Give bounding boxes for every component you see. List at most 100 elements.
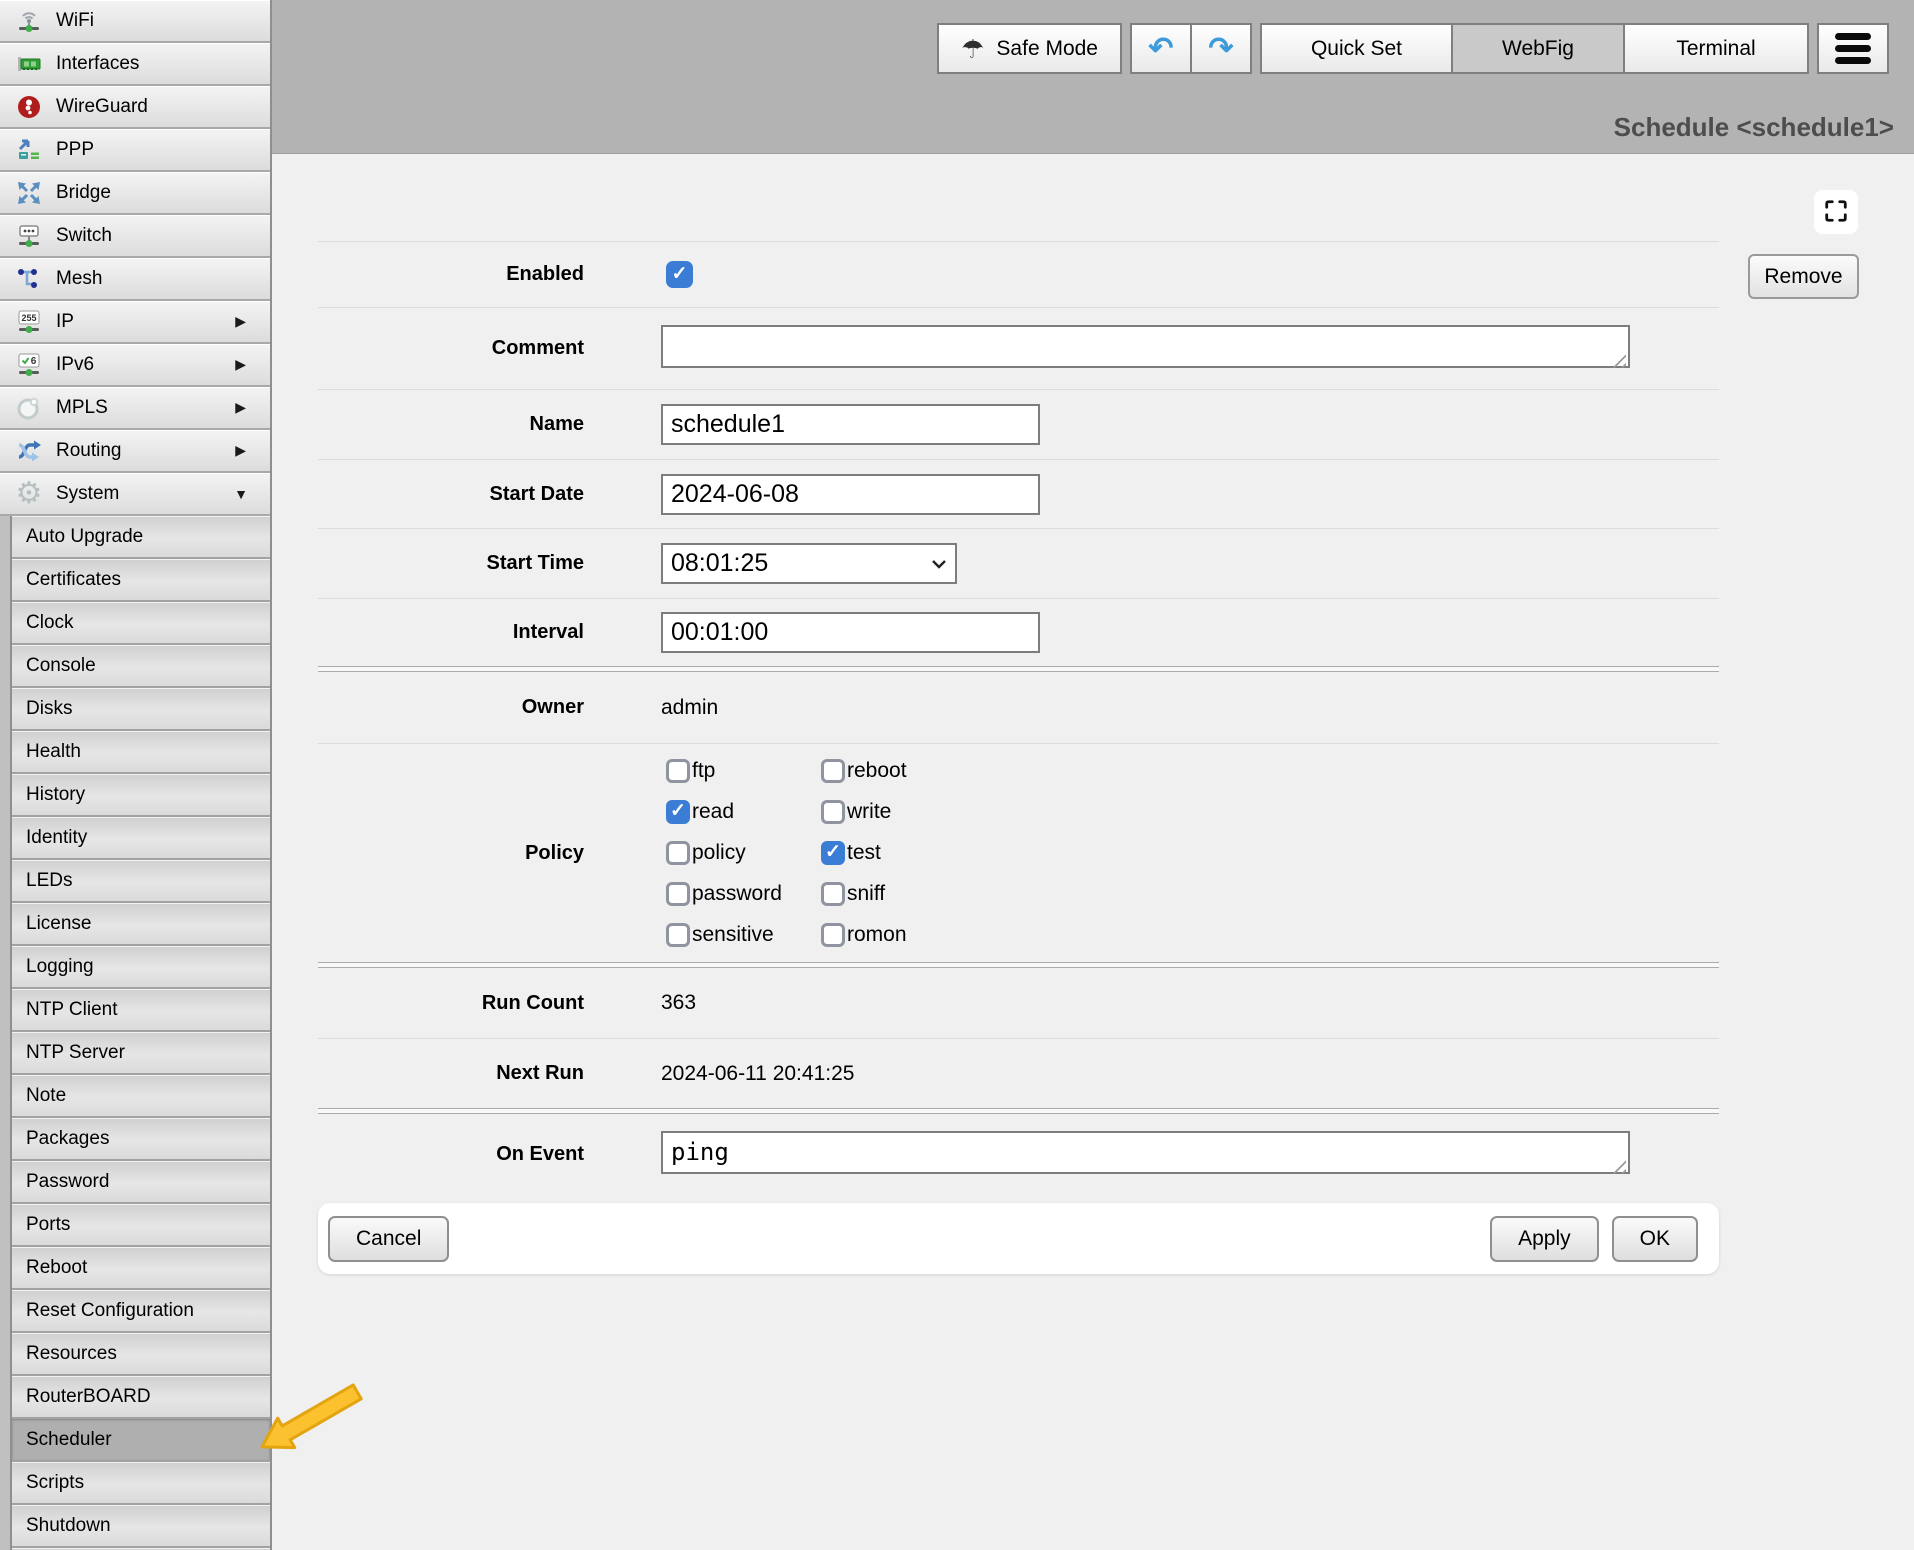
view-switch-group: Quick Set WebFig Terminal [1260,23,1809,74]
system-submenu: Auto Upgrade Certificates Clock Console … [10,516,270,1550]
comment-row: Comment [318,307,1719,389]
owner-label: Owner [318,696,584,719]
start-date-input[interactable] [661,474,1040,515]
start-time-select[interactable]: 08:01:25 [661,543,957,584]
sidebar-item-reboot[interactable]: Reboot [12,1247,270,1290]
umbrella-icon: ☂ [961,36,984,62]
sidebar-item-shutdown[interactable]: Shutdown [12,1505,270,1548]
sidebar-item-label: IPv6 [56,354,94,376]
sidebar-item-leds[interactable]: LEDs [12,860,270,903]
sidebar-item-resources[interactable]: Resources [12,1333,270,1376]
sidebar-item-health[interactable]: Health [12,731,270,774]
sidebar-item-bridge[interactable]: Bridge [0,172,270,215]
name-input[interactable] [661,404,1040,445]
sidebar: WiFi Interfaces WireGuard PPP Bridge Swi… [0,0,272,1550]
sidebar-item-ip[interactable]: 255 IP [0,301,270,344]
ok-button[interactable]: OK [1612,1216,1698,1262]
sidebar-item-logging[interactable]: Logging [12,946,270,989]
fullscreen-button[interactable] [1814,190,1858,234]
policy-checkbox-test[interactable] [821,841,845,865]
sidebar-item-label: NTP Client [26,999,118,1021]
quick-set-button[interactable]: Quick Set [1260,23,1453,74]
sidebar-item-label: Disks [26,698,72,720]
on-event-textarea[interactable]: ping [661,1131,1630,1174]
sidebar-item-packages[interactable]: Packages [12,1118,270,1161]
policy-checkbox-write[interactable] [821,800,845,824]
enabled-checkbox[interactable] [666,261,693,288]
safe-mode-button[interactable]: ☂ Safe Mode [937,23,1122,74]
sidebar-item-identity[interactable]: Identity [12,817,270,860]
sidebar-item-routerboard[interactable]: RouterBOARD [12,1376,270,1419]
apply-button[interactable]: Apply [1490,1216,1599,1262]
bridge-icon [14,178,44,208]
sidebar-item-label: LEDs [26,870,72,892]
name-label: Name [318,413,584,436]
ipv6-icon: 6 [14,350,44,380]
policy-checkbox-sensitive[interactable] [666,923,690,947]
gear-icon: ⚙ [14,479,44,509]
sidebar-item-system[interactable]: ⚙ System [0,473,270,516]
sidebar-item-routing[interactable]: Routing [0,430,270,473]
sidebar-item-password[interactable]: Password [12,1161,270,1204]
sidebar-item-scripts[interactable]: Scripts [12,1462,270,1505]
sidebar-item-mpls[interactable]: MPLS [0,387,270,430]
sidebar-item-wireguard[interactable]: WireGuard [0,86,270,129]
policy-checkbox-sniff[interactable] [821,882,845,906]
sidebar-item-disks[interactable]: Disks [12,688,270,731]
sidebar-item-label: Password [26,1171,109,1193]
sidebar-item-license[interactable]: License [12,903,270,946]
interval-input[interactable] [661,612,1040,653]
sidebar-item-ports[interactable]: Ports [12,1204,270,1247]
ip-icon: 255 [14,307,44,337]
undo-button[interactable]: ↶ [1130,23,1192,74]
sidebar-item-ntp-client[interactable]: NTP Client [12,989,270,1032]
enabled-row: Enabled [318,241,1719,307]
sidebar-item-history[interactable]: History [12,774,270,817]
sidebar-item-scheduler[interactable]: Scheduler [12,1419,270,1462]
sidebar-item-label: PPP [56,139,94,161]
interval-label: Interval [318,621,584,644]
sidebar-item-interfaces[interactable]: Interfaces [0,43,270,86]
sidebar-item-reset-configuration[interactable]: Reset Configuration [12,1290,270,1333]
policy-checkbox-ftp[interactable] [666,759,690,783]
sidebar-item-wifi[interactable]: WiFi [0,0,270,43]
sidebar-item-certificates[interactable]: Certificates [12,559,270,602]
sidebar-item-ntp-server[interactable]: NTP Server [12,1032,270,1075]
next-run-row: Next Run 2024-06-11 20:41:25 [318,1038,1719,1108]
webfig-button[interactable]: WebFig [1451,23,1625,74]
next-run-label: Next Run [318,1062,584,1085]
sidebar-item-label: Interfaces [56,53,139,75]
sidebar-item-label: History [26,784,85,806]
remove-button[interactable]: Remove [1748,254,1859,299]
start-date-label: Start Date [318,483,584,506]
cancel-button[interactable]: Cancel [328,1216,449,1262]
sidebar-item-note[interactable]: Note [12,1075,270,1118]
policy-checkbox-romon[interactable] [821,923,845,947]
sidebar-item-mesh[interactable]: Mesh [0,258,270,301]
terminal-button[interactable]: Terminal [1623,23,1809,74]
sidebar-item-switch[interactable]: Switch [0,215,270,258]
sidebar-item-console[interactable]: Console [12,645,270,688]
redo-button[interactable]: ↷ [1190,23,1252,74]
policy-checkbox-reboot[interactable] [821,759,845,783]
comment-textarea[interactable] [661,325,1630,368]
sidebar-item-clock[interactable]: Clock [12,602,270,645]
sidebar-item-label: Packages [26,1128,109,1150]
hamburger-menu-button[interactable] [1817,23,1889,74]
sidebar-item-auto-upgrade[interactable]: Auto Upgrade [12,516,270,559]
toolbar: ☂ Safe Mode ↶ ↷ Quick Set WebFig Termina… [937,23,1889,74]
sidebar-item-label: Resources [26,1343,117,1365]
policy-checkbox-policy[interactable] [666,841,690,865]
policy-checkbox-read[interactable] [666,800,690,824]
sidebar-item-label: IP [56,311,74,333]
start-time-label: Start Time [318,552,584,575]
schedule-form: Enabled Comment Name Start Date Start Ti… [318,241,1719,1195]
policy-label: Policy [318,842,584,865]
sidebar-item-label: RouterBOARD [26,1386,151,1408]
sidebar-item-label: Scripts [26,1472,84,1494]
svg-text:6: 6 [31,356,37,367]
policy-checkbox-password[interactable] [666,882,690,906]
sidebar-item-ppp[interactable]: PPP [0,129,270,172]
fullscreen-icon [1823,198,1849,227]
sidebar-item-ipv6[interactable]: 6 IPv6 [0,344,270,387]
